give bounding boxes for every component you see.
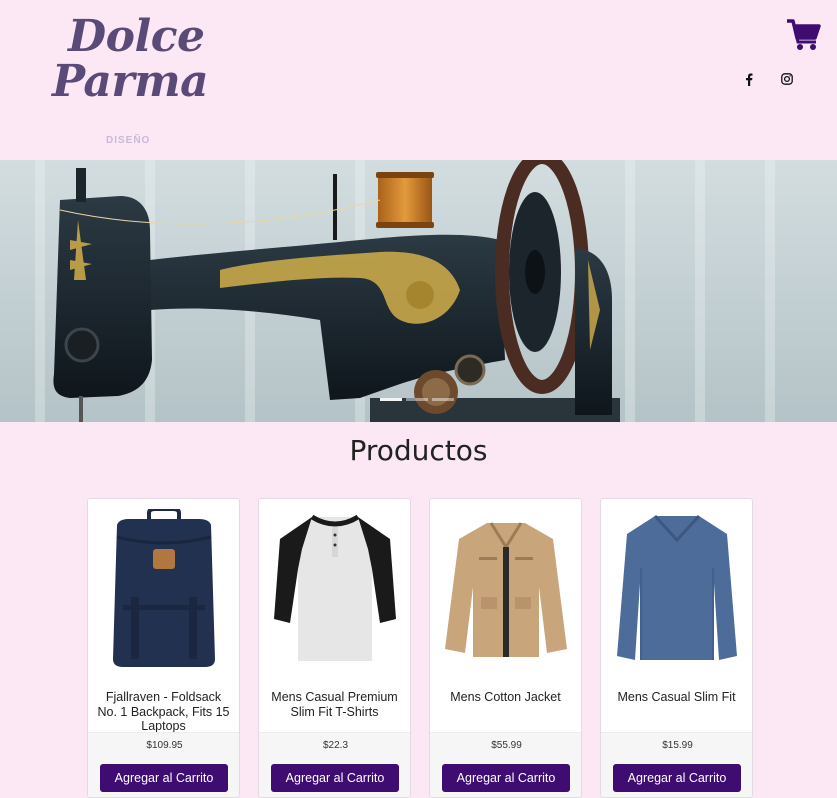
carousel-indicator-3[interactable] xyxy=(432,398,454,401)
product-card: Mens Casual Premium Slim Fit T-Shirts $2… xyxy=(258,498,411,798)
product-price: $22.3 xyxy=(322,740,349,751)
product-card: Mens Casual Slim Fit $15.99 Agregar al C… xyxy=(600,498,753,798)
product-footer: $22.3 Agregar al Carrito xyxy=(259,732,410,797)
product-image-slim-fit[interactable] xyxy=(601,499,752,679)
product-title[interactable]: Mens Casual Slim Fit xyxy=(609,690,744,705)
product-footer: $55.99 Agregar al Carrito xyxy=(430,732,581,797)
product-card: Mens Cotton Jacket $55.99 Agregar al Car… xyxy=(429,498,582,798)
product-image-jacket[interactable] xyxy=(430,499,581,679)
brand-line-1: Dolce xyxy=(68,11,205,62)
carousel-indicators xyxy=(380,398,454,401)
product-title[interactable]: Fjallraven - Foldsack No. 1 Backpack, Fi… xyxy=(96,690,231,734)
product-card: Fjallraven - Foldsack No. 1 Backpack, Fi… xyxy=(87,498,240,798)
add-to-cart-button[interactable]: Agregar al Carrito xyxy=(613,764,741,792)
product-title[interactable]: Mens Casual Premium Slim Fit T-Shirts xyxy=(267,690,402,719)
product-title[interactable]: Mens Cotton Jacket xyxy=(438,690,573,705)
facebook-icon[interactable] xyxy=(741,71,757,87)
product-grid: Fjallraven - Foldsack No. 1 Backpack, Fi… xyxy=(87,498,757,798)
hero-carousel[interactable] xyxy=(0,160,837,422)
products-heading: Productos xyxy=(349,434,488,467)
cart-icon[interactable] xyxy=(786,18,822,52)
product-price: $55.99 xyxy=(491,740,522,751)
brand-line-2: Parma xyxy=(52,56,209,107)
product-image-backpack[interactable] xyxy=(88,499,239,679)
add-to-cart-button[interactable]: Agregar al Carrito xyxy=(442,764,570,792)
brand-logo[interactable]: Dolce Parma xyxy=(52,14,212,104)
nav-link-diseno[interactable]: DISEÑO xyxy=(106,135,150,146)
product-footer: $15.99 Agregar al Carrito xyxy=(601,732,752,797)
carousel-indicator-1[interactable] xyxy=(380,398,402,401)
product-price: $15.99 xyxy=(662,740,693,751)
product-footer: $109.95 Agregar al Carrito xyxy=(88,732,239,797)
sewing-machine-image xyxy=(0,160,837,422)
add-to-cart-button[interactable]: Agregar al Carrito xyxy=(100,764,228,792)
site-header: Dolce Parma DISEÑO xyxy=(0,0,837,160)
product-price: $109.95 xyxy=(146,740,183,751)
product-image-tshirt[interactable] xyxy=(259,499,410,679)
instagram-icon[interactable] xyxy=(779,71,795,87)
add-to-cart-button[interactable]: Agregar al Carrito xyxy=(271,764,399,792)
carousel-indicator-2[interactable] xyxy=(406,398,428,401)
